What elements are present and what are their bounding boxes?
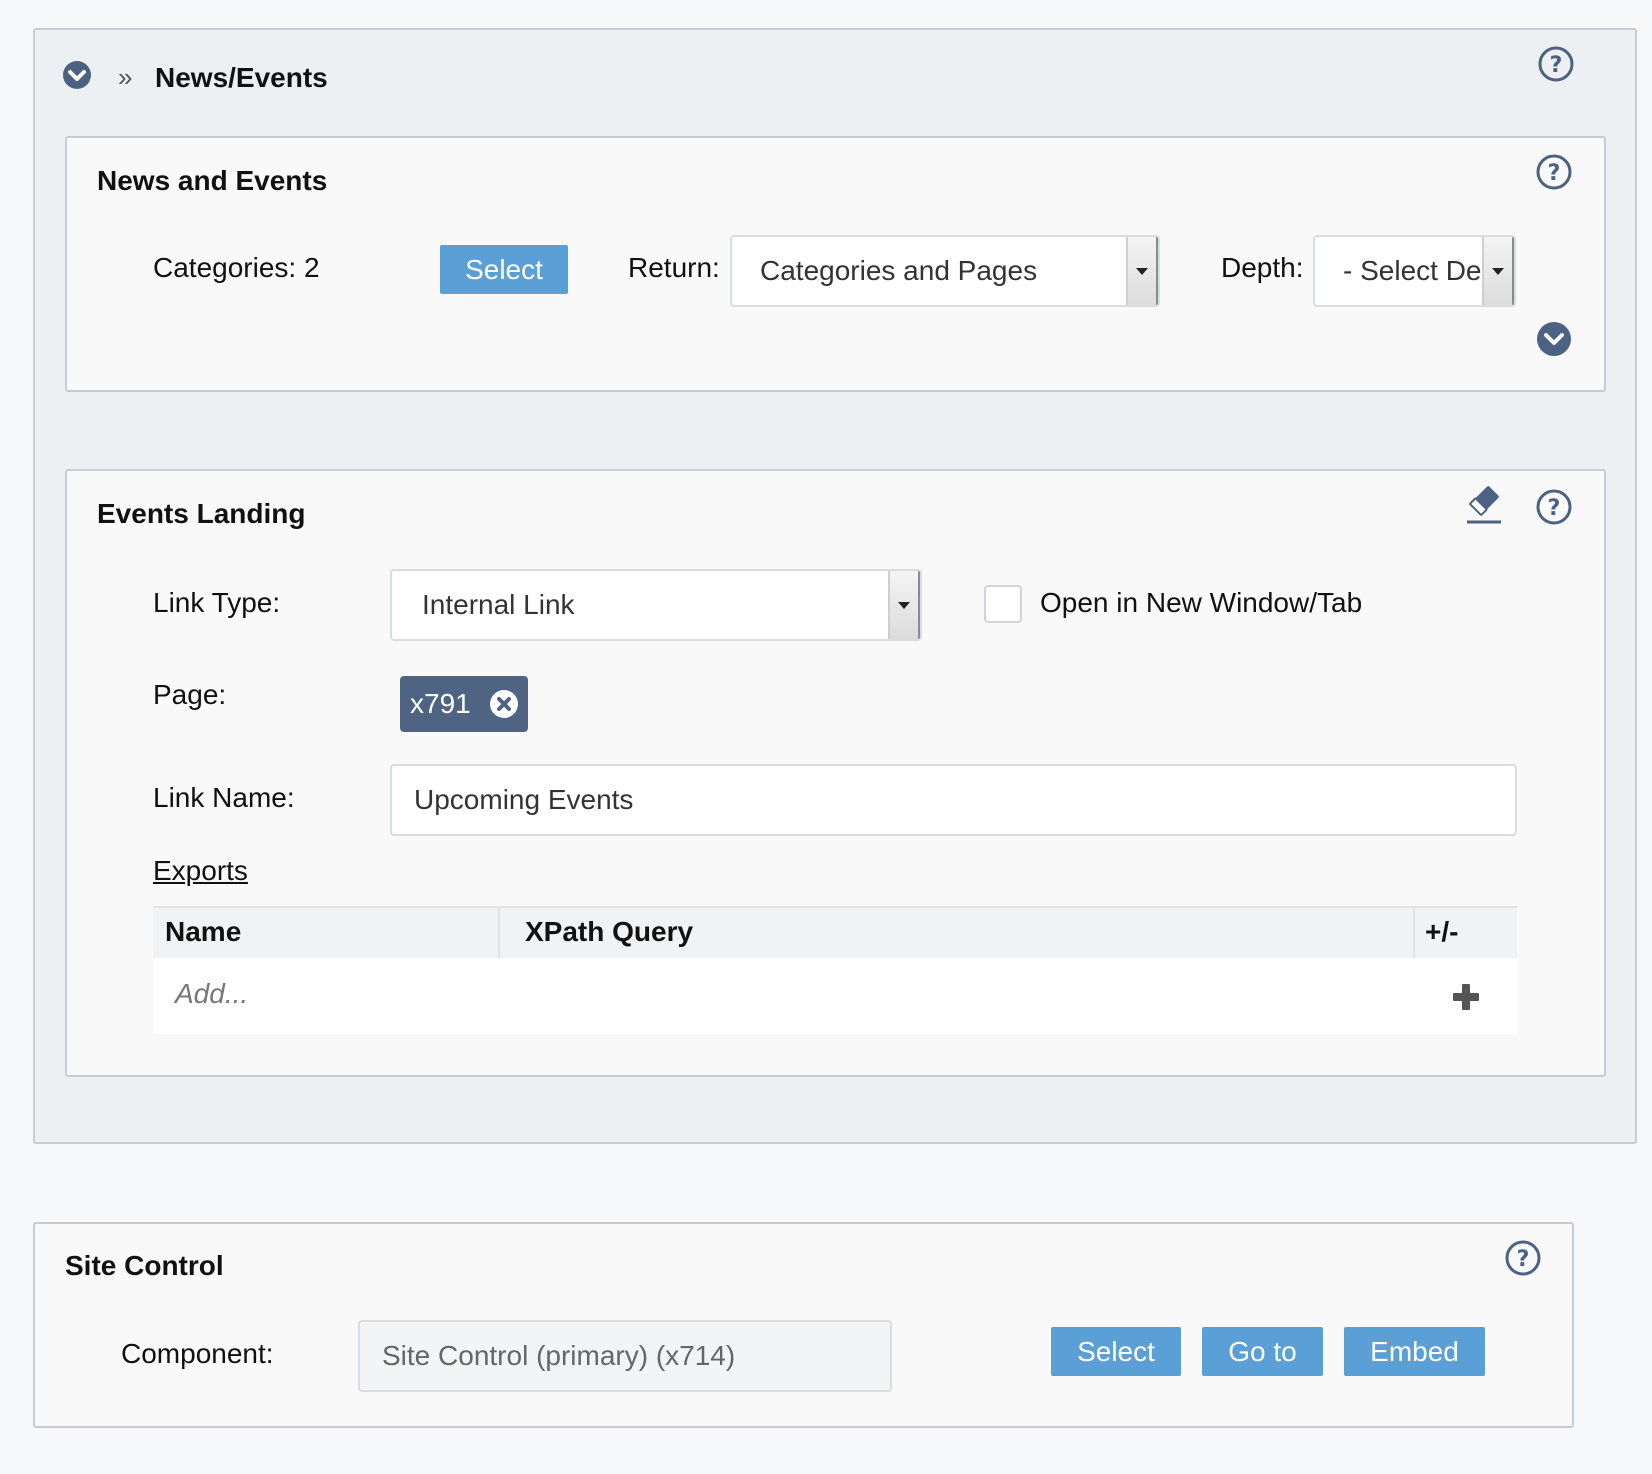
- link-name-value: Upcoming Events: [414, 784, 634, 815]
- open-new-window-label: Open in New Window/Tab: [1040, 587, 1363, 618]
- component-value: Site Control (primary) (x714): [382, 1340, 736, 1371]
- exports-table-header: Name XPath Query +/-: [153, 906, 1517, 958]
- component-label: Component:: [121, 1338, 274, 1369]
- link-name-label: Link Name:: [153, 782, 295, 813]
- return-select-value: Categories and Pages: [760, 255, 1038, 286]
- depth-label: Depth:: [1221, 252, 1304, 283]
- chevron-down-icon: [1126, 237, 1158, 305]
- depth-select[interactable]: - Select Dep: [1313, 235, 1516, 307]
- exports-link[interactable]: Exports: [153, 855, 248, 887]
- svg-text:?: ?: [1548, 496, 1561, 521]
- collapse-chevron-icon[interactable]: [62, 60, 92, 90]
- expand-chevron-icon[interactable]: [1536, 321, 1572, 357]
- svg-text:?: ?: [1548, 161, 1561, 186]
- help-icon[interactable]: ?: [1505, 1240, 1541, 1276]
- remove-tag-icon[interactable]: [489, 689, 519, 719]
- chevron-down-icon: [888, 571, 920, 639]
- link-type-select[interactable]: Internal Link: [390, 569, 922, 641]
- svg-text:?: ?: [1550, 53, 1563, 78]
- chevron-down-icon: [1482, 237, 1514, 305]
- return-select[interactable]: Categories and Pages: [730, 235, 1160, 307]
- link-name-input[interactable]: Upcoming Events: [390, 764, 1517, 836]
- breadcrumb-separator-icon: »: [118, 62, 133, 92]
- open-new-window-checkbox[interactable]: [984, 585, 1022, 623]
- section-title: News/Events: [155, 62, 328, 93]
- go-to-button[interactable]: Go to: [1202, 1327, 1323, 1376]
- panel-title: News and Events: [97, 165, 328, 196]
- page-label: Page:: [153, 679, 227, 710]
- panel-title: Events Landing: [97, 498, 306, 529]
- table-header-add-remove: +/-: [1425, 916, 1459, 947]
- column-divider: [498, 906, 500, 958]
- select-categories-button[interactable]: Select: [440, 245, 568, 294]
- link-type-label: Link Type:: [153, 587, 281, 618]
- column-divider: [1413, 906, 1415, 958]
- embed-button[interactable]: Embed: [1344, 1327, 1485, 1376]
- component-field: Site Control (primary) (x714): [358, 1320, 892, 1392]
- select-component-button[interactable]: Select: [1051, 1327, 1181, 1376]
- add-row-placeholder[interactable]: Add...: [175, 978, 248, 1010]
- table-header-xpath: XPath Query: [525, 916, 694, 947]
- page-tag: x791: [400, 676, 528, 732]
- categories-label: Categories: 2: [153, 252, 320, 283]
- eraser-icon[interactable]: [1465, 485, 1503, 525]
- help-icon[interactable]: ?: [1536, 489, 1572, 525]
- help-icon[interactable]: ?: [1538, 46, 1574, 82]
- svg-text:?: ?: [1517, 1247, 1530, 1272]
- plus-icon[interactable]: [1451, 982, 1481, 1012]
- page-tag-label: x791: [410, 688, 471, 719]
- return-label: Return:: [628, 252, 720, 283]
- link-type-select-value: Internal Link: [422, 589, 575, 620]
- table-header-name: Name: [165, 916, 242, 947]
- help-icon[interactable]: ?: [1536, 154, 1572, 190]
- exports-table-add-row[interactable]: Add...: [153, 958, 1517, 1034]
- depth-select-value: - Select Dep: [1343, 255, 1485, 286]
- panel-title: Site Control: [65, 1250, 224, 1281]
